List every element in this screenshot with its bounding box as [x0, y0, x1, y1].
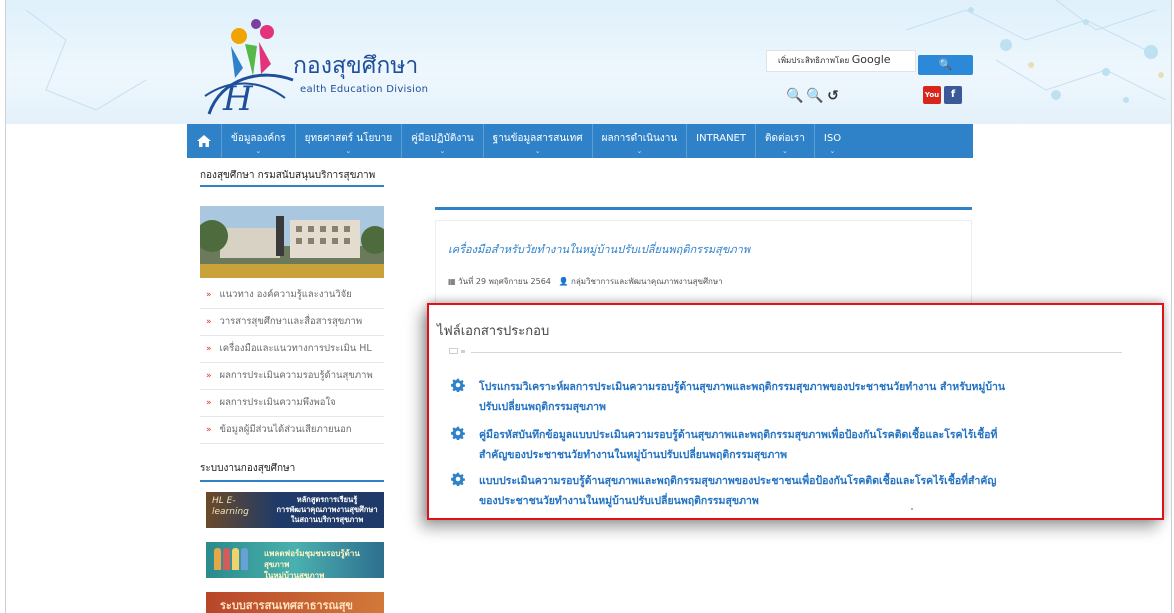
- banner-info-system[interactable]: ระบบสารสนเทศสาธารณสุข: [206, 592, 384, 613]
- facebook-icon[interactable]: f: [944, 86, 962, 104]
- svg-text:H: H: [222, 79, 254, 118]
- calendar-icon: ▦: [448, 277, 456, 286]
- sidebar-item-stakeholders[interactable]: » ข้อมูลผู้มีส่วนได้ส่วนเสียภายนอก: [200, 417, 384, 444]
- sidebar-item-hl-results[interactable]: » ผลการประเมินความรอบรู้ด้านสุขภาพ: [200, 363, 384, 390]
- sidebar-item-research[interactable]: » แนวทาง องค์ความรู้และงานวิจัย: [200, 282, 384, 309]
- banner-community-platform[interactable]: แพลตฟอร์มชุมชนรอบรู้ด้านสุขภาพ ในหมู่บ้า…: [206, 542, 384, 578]
- banner-line: ในหมู่บ้านสุขภาพ: [264, 571, 325, 578]
- nav-item-organization[interactable]: ข้อมูลองค์กร ⌄: [221, 124, 295, 158]
- banner-line: หลักสูตรการเรียนรู้: [296, 495, 358, 504]
- chevron-down-icon: ⌄: [829, 147, 836, 155]
- youtube-icon[interactable]: You: [923, 86, 941, 104]
- attachments-title: ไฟล์เอกสารประกอบ: [437, 324, 550, 339]
- sidebar-item-satisfaction[interactable]: » ผลการประเมินความพึงพอใจ: [200, 390, 384, 417]
- bullet-icon: »: [206, 317, 212, 327]
- stray-dot: [911, 508, 913, 510]
- attachment-link[interactable]: โปรแกรมวิเคราะห์ผลการประเมินความรอบรู้ด้…: [451, 377, 1111, 417]
- nav-item-intranet[interactable]: INTRANET: [686, 124, 755, 158]
- chevron-down-icon: ⌄: [345, 147, 352, 155]
- header-molecule-decoration: [25, 0, 1167, 111]
- building-photo: [200, 206, 384, 278]
- nav-item-manual[interactable]: คู่มือปฏิบัติงาน ⌄: [401, 124, 483, 158]
- bullet-icon: »: [206, 425, 212, 435]
- bullet-icon: »: [206, 290, 212, 300]
- gear-icon: [451, 426, 465, 440]
- chevron-down-icon: ⌄: [636, 147, 643, 155]
- gear-icon: [451, 378, 465, 392]
- sidebar-systems-underline: [200, 480, 384, 482]
- sidebar-heading-underline: [200, 185, 384, 187]
- checkbox-icon: [449, 348, 458, 354]
- nav-item-iso[interactable]: ISO ⌄: [813, 124, 850, 158]
- people-illustration-icon: [214, 548, 248, 570]
- sidebar-item-hl-tools[interactable]: » เครื่องมือและแนวทางการประเมิน HL: [200, 336, 384, 363]
- banner-line: แพลตฟอร์มชุมชนรอบรู้ด้านสุขภาพ: [264, 549, 360, 569]
- bullet-icon: »: [206, 344, 212, 354]
- zoom-out-icon[interactable]: 🔍: [786, 88, 803, 104]
- attachment-label: โปรแกรมวิเคราะห์ผลการประเมินความรอบรู้ด้…: [479, 381, 1006, 413]
- main-navigation: ข้อมูลองค์กร ⌄ ยุทธศาสตร์ นโยบาย ⌄ คู่มือป…: [187, 124, 973, 158]
- nav-item-contact[interactable]: ติดต่อเรา ⌄: [755, 124, 814, 158]
- bullet-icon: »: [206, 371, 212, 381]
- divider-handle: [461, 350, 465, 353]
- banner-line: การพัฒนาคุณภาพงานสุขศึกษา: [276, 505, 378, 514]
- article-meta: ▦ วันที่ 29 พฤศจิกายน 2564 👤 กลุ่มวิชากา…: [448, 275, 723, 288]
- attachment-link[interactable]: คู่มือรหัสบันทึกข้อมูลแบบประเมินความรอบร…: [451, 425, 1111, 465]
- attachments-divider: [471, 352, 1122, 353]
- banner-line: ระบบสารสนเทศสาธารณสุข: [220, 599, 353, 612]
- sidebar-item-journal[interactable]: » วารสารสุขศึกษาและสื่อสารสุขภาพ: [200, 309, 384, 336]
- browser-page: H กองสุขศึกษา ealth Education Division เ…: [5, 0, 1172, 613]
- home-icon: [197, 135, 211, 147]
- site-header: H กองสุขศึกษา ealth Education Division เ…: [6, 0, 1171, 124]
- chevron-down-icon: ⌄: [782, 147, 788, 155]
- nav-item-results[interactable]: ผลการดำเนินงาน ⌄: [591, 124, 687, 158]
- article-author: กลุ่มวิชาการและพัฒนาคุณภาพงานสุขศึกษา: [571, 277, 723, 286]
- google-search-button[interactable]: 🔍: [918, 55, 973, 75]
- sidebar-systems-heading: ระบบงานกองสุขศึกษา: [200, 463, 296, 474]
- zoom-in-icon[interactable]: 🔍: [806, 88, 823, 104]
- attachments-panel: ไฟล์เอกสารประกอบ โปรแกรมวิเคราะห์ผลการปร…: [427, 303, 1164, 520]
- content-top-rule: [435, 207, 972, 210]
- banner-elearning[interactable]: HL E-learning หลักสูตรการเรียนรู้ การพัฒ…: [206, 492, 384, 528]
- logo-subtitle: ealth Education Division: [300, 84, 429, 95]
- logo-emblem-icon: H: [204, 19, 294, 119]
- user-icon: 👤: [558, 277, 569, 286]
- nav-item-strategy[interactable]: ยุทธศาสตร์ นโยบาย ⌄: [294, 124, 402, 158]
- attachment-label: แบบประเมินความรอบรู้ด้านสุขภาพและพฤติกรร…: [479, 475, 997, 507]
- nav-home-button[interactable]: [187, 124, 221, 158]
- attachment-link[interactable]: แบบประเมินความรอบรู้ด้านสุขภาพและพฤติกรร…: [451, 471, 1111, 511]
- bullet-icon: »: [206, 398, 212, 408]
- sidebar-heading: กองสุขศึกษา กรมสนับสนุนบริการสุขภาพ: [200, 170, 376, 181]
- site-logo[interactable]: H กองสุขศึกษา ealth Education Division: [201, 18, 428, 119]
- chevron-down-icon: ⌄: [534, 147, 541, 155]
- nav-item-database[interactable]: ฐานข้อมูลสารสนเทศ ⌄: [482, 124, 592, 158]
- search-icon: 🔍: [938, 58, 953, 71]
- google-search-label: เพิ่มประสิทธิภาพโดย Google: [778, 53, 891, 66]
- zoom-reset-icon[interactable]: ↺: [826, 88, 840, 104]
- banner-line: ในสถานบริการสุขภาพ: [290, 515, 364, 524]
- chevron-down-icon: ⌄: [439, 147, 446, 155]
- article-title[interactable]: เครื่องมือสำหรับวัยทำงานในหมู่บ้านปรับเป…: [448, 240, 750, 258]
- text-zoom-controls: 🔍 🔍 ↺: [786, 88, 840, 104]
- sidebar-menu: » แนวทาง องค์ความรู้และงานวิจัย » วารสารสุ…: [200, 282, 384, 444]
- banner-badge: HL E-learning: [212, 496, 249, 517]
- article-date: วันที่ 29 พฤศจิกายน 2564: [458, 277, 551, 286]
- attachment-label: คู่มือรหัสบันทึกข้อมูลแบบประเมินความรอบร…: [479, 429, 998, 461]
- logo-title: กองสุขศึกษา: [293, 53, 419, 79]
- chevron-down-icon: ⌄: [255, 147, 262, 155]
- gear-icon: [451, 472, 465, 486]
